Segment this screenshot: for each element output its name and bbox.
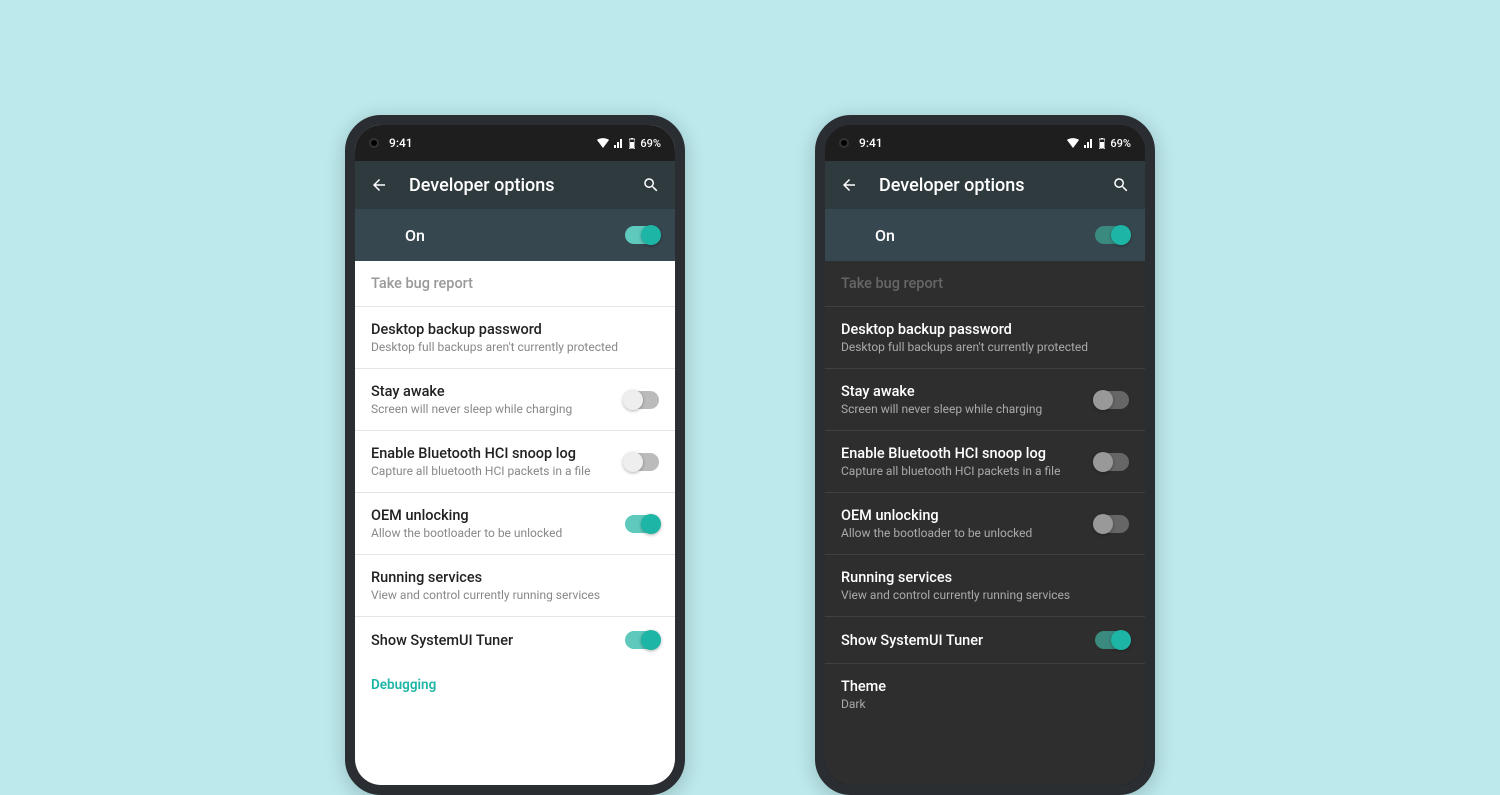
signal-icon <box>1084 138 1094 148</box>
row-title: Take bug report <box>371 275 659 292</box>
row-subtitle: Screen will never sleep while charging <box>841 402 1083 416</box>
row-subtitle: Capture all bluetooth HCI packets in a f… <box>841 464 1083 478</box>
row-systemui-tuner[interactable]: Show SystemUI Tuner <box>825 617 1145 664</box>
row-title: OEM unlocking <box>371 507 613 524</box>
row-bug-report[interactable]: Take bug report <box>355 261 675 307</box>
battery-icon <box>1099 138 1105 149</box>
row-title: Show SystemUI Tuner <box>841 632 1083 649</box>
status-bar: 9:41 69% <box>355 125 675 161</box>
battery-percent: 69% <box>640 137 661 150</box>
master-switch-row[interactable]: On <box>355 209 675 261</box>
search-icon[interactable] <box>641 175 661 195</box>
master-switch-row[interactable]: On <box>825 209 1145 261</box>
row-bluetooth-hci[interactable]: Enable Bluetooth HCI snoop log Capture a… <box>825 431 1145 493</box>
row-oem-unlocking[interactable]: OEM unlocking Allow the bootloader to be… <box>355 493 675 555</box>
row-title: Theme <box>841 678 1129 695</box>
row-title: Show SystemUI Tuner <box>371 632 613 649</box>
row-subtitle: Dark <box>841 697 1129 711</box>
phone-dark: 9:41 69% Developer options <box>815 115 1155 795</box>
row-running-services[interactable]: Running services View and control curren… <box>355 555 675 617</box>
row-running-services[interactable]: Running services View and control curren… <box>825 555 1145 617</box>
status-bar: 9:41 69% <box>825 125 1145 161</box>
row-title: Running services <box>841 569 1129 586</box>
signal-icon <box>614 138 624 148</box>
oem-toggle[interactable] <box>1095 515 1129 533</box>
page-title: Developer options <box>409 175 621 196</box>
row-bug-report[interactable]: Take bug report <box>825 261 1145 307</box>
tuner-toggle[interactable] <box>1095 631 1129 649</box>
row-title: Take bug report <box>841 275 1129 292</box>
back-icon[interactable] <box>369 175 389 195</box>
status-time: 9:41 <box>859 136 883 150</box>
wifi-icon <box>1067 138 1079 148</box>
row-title: Desktop backup password <box>371 321 659 338</box>
row-subtitle: Allow the bootloader to be unlocked <box>371 526 613 540</box>
row-title: OEM unlocking <box>841 507 1083 524</box>
oem-toggle[interactable] <box>625 515 659 533</box>
stay-awake-toggle[interactable] <box>625 391 659 409</box>
back-icon[interactable] <box>839 175 859 195</box>
row-bluetooth-hci[interactable]: Enable Bluetooth HCI snoop log Capture a… <box>355 431 675 493</box>
row-stay-awake[interactable]: Stay awake Screen will never sleep while… <box>355 369 675 431</box>
master-switch-label: On <box>405 226 425 245</box>
row-stay-awake[interactable]: Stay awake Screen will never sleep while… <box>825 369 1145 431</box>
row-subtitle: Screen will never sleep while charging <box>371 402 613 416</box>
wifi-icon <box>597 138 609 148</box>
row-desktop-backup[interactable]: Desktop backup password Desktop full bac… <box>355 307 675 369</box>
search-icon[interactable] <box>1111 175 1131 195</box>
row-theme[interactable]: Theme Dark <box>825 664 1145 725</box>
row-subtitle: Capture all bluetooth HCI packets in a f… <box>371 464 613 478</box>
row-desktop-backup[interactable]: Desktop backup password Desktop full bac… <box>825 307 1145 369</box>
hci-toggle[interactable] <box>625 453 659 471</box>
camera-cutout-icon <box>839 138 849 148</box>
hci-toggle[interactable] <box>1095 453 1129 471</box>
app-bar: Developer options <box>825 161 1145 209</box>
row-systemui-tuner[interactable]: Show SystemUI Tuner <box>355 617 675 663</box>
section-debugging: Debugging <box>355 663 675 697</box>
row-title: Stay awake <box>841 383 1083 400</box>
camera-cutout-icon <box>369 138 379 148</box>
status-time: 9:41 <box>389 136 413 150</box>
row-subtitle: Desktop full backups aren't currently pr… <box>371 340 659 354</box>
row-subtitle: View and control currently running servi… <box>841 588 1129 602</box>
row-subtitle: Allow the bootloader to be unlocked <box>841 526 1083 540</box>
phone-light: 9:41 69% Developer options <box>345 115 685 795</box>
master-toggle[interactable] <box>625 226 659 244</box>
row-title: Stay awake <box>371 383 613 400</box>
row-subtitle: Desktop full backups aren't currently pr… <box>841 340 1129 354</box>
master-switch-label: On <box>875 226 895 245</box>
row-title: Running services <box>371 569 659 586</box>
row-title: Desktop backup password <box>841 321 1129 338</box>
row-title: Enable Bluetooth HCI snoop log <box>371 445 613 462</box>
row-subtitle: View and control currently running servi… <box>371 588 659 602</box>
master-toggle[interactable] <box>1095 226 1129 244</box>
row-title: Enable Bluetooth HCI snoop log <box>841 445 1083 462</box>
tuner-toggle[interactable] <box>625 631 659 649</box>
page-title: Developer options <box>879 175 1091 196</box>
battery-icon <box>629 138 635 149</box>
row-oem-unlocking[interactable]: OEM unlocking Allow the bootloader to be… <box>825 493 1145 555</box>
stay-awake-toggle[interactable] <box>1095 391 1129 409</box>
app-bar: Developer options <box>355 161 675 209</box>
battery-percent: 69% <box>1110 137 1131 150</box>
